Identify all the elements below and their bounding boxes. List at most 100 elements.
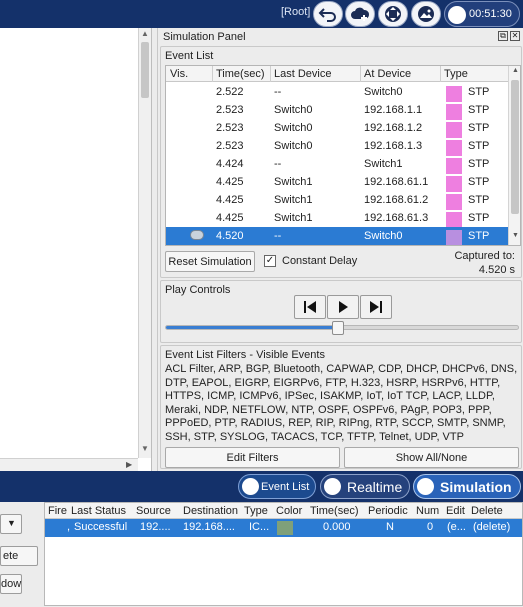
- event-type: STP: [468, 212, 490, 224]
- simulation-mode-button[interactable]: Simulation: [413, 474, 521, 499]
- event-row[interactable]: 4.425 Switch1 192.168.61.3 STP: [166, 209, 508, 228]
- event-time: 4.520: [216, 230, 244, 242]
- event-list-table[interactable]: Vis. Time(sec) Last Device At Device Typ…: [165, 65, 521, 246]
- col-type[interactable]: Type: [444, 68, 468, 80]
- event-type: STP: [468, 176, 490, 188]
- col-destination[interactable]: Destination: [183, 505, 238, 517]
- event-row[interactable]: 4.520 -- Switch0 STP: [166, 227, 508, 245]
- workspace-pane[interactable]: ▲ ▼ ▶: [0, 28, 152, 471]
- event-last-device: --: [274, 86, 282, 98]
- event-at-device: 192.168.1.2: [364, 122, 423, 134]
- pdu-area: ▼ ete dow Fire Last Status Source Destin…: [0, 502, 523, 607]
- pdu-source: 192....: [140, 521, 171, 533]
- event-list-group: Event List Vis. Time(sec) Last Device At…: [160, 46, 522, 278]
- col-source[interactable]: Source: [136, 505, 171, 517]
- skip-forward-icon: [370, 301, 382, 313]
- col-periodic[interactable]: Periodic: [368, 505, 408, 517]
- image-icon: [418, 6, 434, 22]
- pdu-fire[interactable]: ,: [67, 521, 70, 533]
- pdu-edit[interactable]: (e...: [447, 521, 466, 533]
- scroll-up-icon[interactable]: ▲: [512, 67, 519, 74]
- col-time[interactable]: Time(sec): [216, 68, 264, 80]
- play-button[interactable]: [327, 295, 359, 319]
- image-button[interactable]: [411, 1, 441, 27]
- col-vis[interactable]: Vis.: [170, 68, 188, 80]
- close-icon[interactable]: ✕: [510, 31, 520, 41]
- constant-delay-checkbox[interactable]: ✓: [264, 255, 276, 267]
- undock-icon[interactable]: ⧉: [498, 31, 508, 41]
- eye-icon[interactable]: [190, 230, 204, 240]
- slider-fill: [166, 326, 339, 329]
- pdu-window-button[interactable]: dow: [0, 574, 22, 594]
- col-last-device[interactable]: Last Device: [274, 68, 331, 80]
- col-at-device[interactable]: At Device: [364, 68, 411, 80]
- col-type[interactable]: Type: [244, 505, 268, 517]
- mode-bar: Event List Realtime Simulation: [0, 471, 523, 502]
- pdu-window-label: dow: [1, 578, 22, 590]
- workspace-horizontal-scrollbar[interactable]: ▶: [0, 458, 138, 471]
- col-fire[interactable]: Fire: [48, 505, 67, 517]
- event-list-toggle-label: Event List: [261, 480, 310, 493]
- event-at-device: Switch1: [364, 158, 403, 170]
- reset-simulation-button[interactable]: Reset Simulation: [165, 251, 255, 272]
- pdu-list-header: Fire Last Status Source Destination Type…: [45, 503, 522, 519]
- slider-handle[interactable]: [332, 321, 345, 335]
- event-list-scrollbar[interactable]: ▲ ▼: [508, 66, 520, 245]
- show-all-none-button[interactable]: Show All/None: [344, 447, 519, 468]
- scroll-down-icon[interactable]: ▼: [141, 444, 149, 453]
- event-type: STP: [468, 194, 490, 206]
- event-time: 2.523: [216, 122, 244, 134]
- clock-icon: [324, 478, 341, 495]
- event-row[interactable]: 4.425 Switch1 192.168.61.1 STP: [166, 173, 508, 192]
- event-last-device: Switch0: [274, 104, 313, 116]
- col-color[interactable]: Color: [276, 505, 302, 517]
- pdu-destination: 192.168....: [183, 521, 235, 533]
- col-edit[interactable]: Edit: [446, 505, 465, 517]
- event-row[interactable]: 2.522 -- Switch0 STP: [166, 83, 508, 102]
- move-arrows-icon: [385, 6, 401, 22]
- workspace-vertical-scrollbar[interactable]: ▲ ▼: [138, 28, 151, 458]
- play-icon: [339, 301, 348, 313]
- edit-filters-button[interactable]: Edit Filters: [165, 447, 340, 468]
- app-root: [Root] 00:51:30 ▲ ▼ ▶ Simulation Panel ⧉…: [0, 0, 523, 607]
- event-at-device: Switch0: [364, 86, 403, 98]
- event-row[interactable]: 4.425 Switch1 192.168.61.2 STP: [166, 191, 508, 210]
- event-last-device: Switch1: [274, 176, 313, 188]
- back-button[interactable]: [313, 1, 343, 27]
- col-last-status[interactable]: Last Status: [71, 505, 126, 517]
- event-type: STP: [468, 158, 490, 170]
- delete-scenario-button[interactable]: ete: [0, 546, 38, 566]
- event-row[interactable]: 2.523 Switch0 192.168.1.3 STP: [166, 137, 508, 156]
- pdu-list-table[interactable]: Fire Last Status Source Destination Type…: [44, 502, 523, 606]
- scenario-dropdown[interactable]: ▼: [0, 514, 22, 534]
- event-row[interactable]: 2.523 Switch0 192.168.1.1 STP: [166, 101, 508, 120]
- chevron-down-icon: ▼: [7, 518, 16, 528]
- play-controls-label: Play Controls: [165, 284, 231, 296]
- step-back-button[interactable]: [294, 295, 326, 319]
- col-delete[interactable]: Delete: [471, 505, 503, 517]
- event-last-device: Switch1: [274, 212, 313, 224]
- cloud-button[interactable]: [345, 1, 375, 27]
- scroll-thumb[interactable]: [141, 42, 149, 98]
- event-list-toggle-button[interactable]: Event List: [238, 474, 316, 499]
- event-type-color: [446, 122, 462, 138]
- event-row[interactable]: 2.523 Switch0 192.168.1.2 STP: [166, 119, 508, 138]
- scroll-right-icon[interactable]: ▶: [126, 460, 132, 469]
- scroll-up-icon[interactable]: ▲: [141, 29, 149, 38]
- col-num[interactable]: Num: [416, 505, 439, 517]
- step-forward-button[interactable]: [360, 295, 392, 319]
- pdu-periodic: N: [386, 521, 394, 533]
- event-row[interactable]: 4.424 -- Switch1 STP: [166, 155, 508, 174]
- pdu-row[interactable]: , Successful 192.... 192.168.... IC... 0…: [45, 519, 522, 537]
- scroll-thumb[interactable]: [511, 80, 519, 214]
- realtime-mode-button[interactable]: Realtime: [320, 474, 410, 499]
- pdu-delete[interactable]: (delete): [473, 521, 510, 533]
- playback-speed-slider[interactable]: [165, 321, 519, 335]
- move-button[interactable]: [378, 1, 408, 27]
- scroll-down-icon[interactable]: ▼: [512, 232, 519, 239]
- event-type-color: [446, 176, 462, 192]
- filters-label: Event List Filters - Visible Events: [165, 349, 325, 361]
- event-type: STP: [468, 230, 490, 242]
- col-time[interactable]: Time(sec): [310, 505, 358, 517]
- panel-title: Simulation Panel: [163, 31, 246, 43]
